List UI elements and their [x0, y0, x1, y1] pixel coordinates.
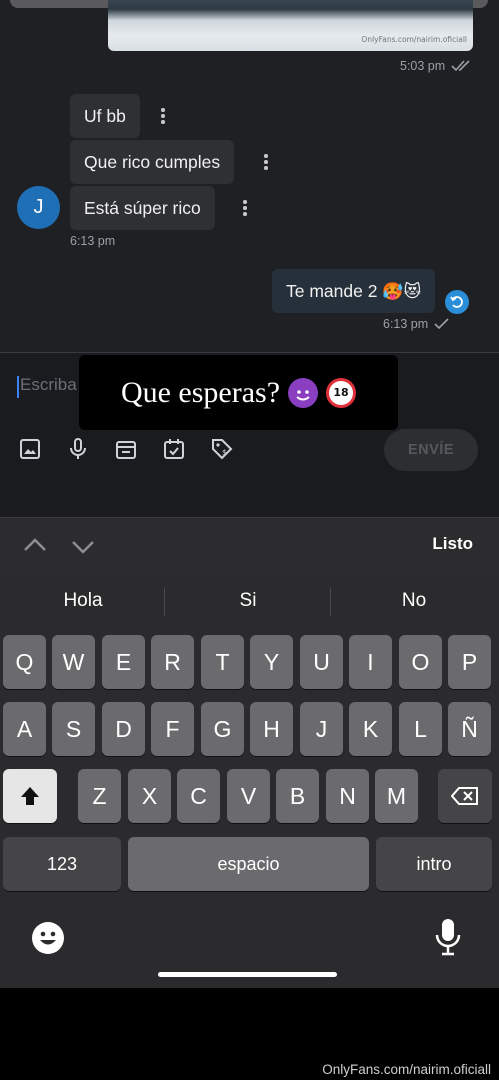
incoming-message-3[interactable]: Está súper rico — [70, 186, 215, 230]
key-q[interactable]: Q — [3, 635, 46, 689]
chevron-up-icon[interactable] — [22, 533, 48, 559]
key-v[interactable]: V — [227, 769, 270, 823]
shift-arrow-icon — [21, 787, 39, 805]
avatar[interactable]: J — [17, 186, 60, 229]
time-label: 5:03 pm — [400, 59, 446, 73]
caption-overlay: Que esperas? 18 — [79, 355, 398, 430]
double-check-icon — [451, 60, 470, 72]
key-k[interactable]: K — [349, 702, 392, 756]
message-text: Uf bb — [84, 106, 126, 126]
svg-text:$: $ — [222, 448, 227, 457]
more-options-icon[interactable] — [161, 108, 165, 124]
key-r[interactable]: R — [151, 635, 194, 689]
suggestion-1[interactable]: Hola — [0, 572, 166, 630]
message-emojis: 🥵😻 — [382, 282, 422, 302]
key-t[interactable]: T — [201, 635, 244, 689]
chat-thread: OnlyFans.com/nairim.oficiall 5:03 pm Uf … — [0, 0, 499, 352]
incoming-message-1[interactable]: Uf bb — [70, 94, 140, 138]
suggestion-2[interactable]: Si — [165, 572, 331, 630]
media-preview[interactable]: OnlyFans.com/nairim.oficiall — [108, 0, 473, 51]
return-key[interactable]: intro — [376, 837, 492, 891]
space-key[interactable]: espacio — [128, 837, 369, 891]
smiling-devil-icon — [288, 377, 319, 408]
message-text: Te mande 2 — [286, 281, 378, 301]
caption-text: Que esperas? — [120, 375, 281, 409]
previous-message-time: 5:03 pm — [400, 59, 473, 73]
keyboard: Hola Si No Q W E R T Y U I O P A S D F G… — [0, 572, 499, 988]
emoji-icon[interactable] — [31, 921, 65, 955]
key-c[interactable]: C — [177, 769, 220, 823]
key-f[interactable]: F — [151, 702, 194, 756]
footer-watermark: OnlyFans.com/nairim.oficiall — [322, 1062, 491, 1077]
key-l[interactable]: L — [399, 702, 442, 756]
backspace-icon — [450, 787, 478, 805]
time-label: 6:13 pm — [383, 317, 429, 331]
calendar-icon[interactable] — [162, 437, 186, 461]
key-n-tilde[interactable]: Ñ — [448, 702, 491, 756]
send-button[interactable]: ENVÍE — [384, 429, 478, 471]
message-text: Que rico cumples — [84, 152, 221, 172]
key-j[interactable]: J — [300, 702, 343, 756]
outgoing-message[interactable]: Te mande 2 🥵😻 — [272, 269, 436, 313]
key-a[interactable]: A — [3, 702, 46, 756]
more-options-icon[interactable] — [243, 200, 247, 216]
key-z[interactable]: Z — [78, 769, 121, 823]
chevron-down-icon[interactable] — [70, 533, 96, 559]
key-i[interactable]: I — [349, 635, 392, 689]
price-tag-icon[interactable]: $ — [210, 437, 234, 461]
key-d[interactable]: D — [102, 702, 145, 756]
key-o[interactable]: O — [399, 635, 442, 689]
done-button[interactable]: Listo — [432, 534, 473, 554]
text-cursor — [17, 376, 19, 398]
key-h[interactable]: H — [250, 702, 293, 756]
key-g[interactable]: G — [201, 702, 244, 756]
shift-key[interactable] — [3, 769, 57, 823]
key-e[interactable]: E — [102, 635, 145, 689]
message-input[interactable]: Escriba — [20, 375, 77, 395]
check-icon — [434, 318, 449, 330]
composer-toolbar: $ — [18, 437, 234, 461]
image-icon[interactable] — [18, 437, 42, 461]
message-text: Está súper rico — [84, 198, 201, 218]
key-y[interactable]: Y — [250, 635, 293, 689]
key-m[interactable]: M — [375, 769, 418, 823]
incoming-time: 6:13 pm — [70, 234, 115, 248]
key-x[interactable]: X — [128, 769, 171, 823]
numbers-key[interactable]: 123 — [3, 837, 121, 891]
key-n[interactable]: N — [326, 769, 369, 823]
key-b[interactable]: B — [276, 769, 319, 823]
key-p[interactable]: P — [448, 635, 491, 689]
outgoing-time: 6:13 pm — [383, 317, 452, 331]
key-u[interactable]: U — [300, 635, 343, 689]
no-under-eighteen-icon: 18 — [326, 377, 357, 408]
home-indicator[interactable] — [158, 972, 337, 977]
time-label: 6:13 pm — [70, 234, 116, 248]
more-options-icon[interactable] — [264, 154, 268, 170]
key-w[interactable]: W — [52, 635, 95, 689]
backspace-key[interactable] — [438, 769, 492, 823]
undo-icon[interactable] — [445, 290, 469, 314]
keyboard-accessory-bar: Listo — [0, 517, 499, 572]
vault-icon[interactable] — [114, 437, 138, 461]
media-watermark: OnlyFans.com/nairim.oficiall — [361, 35, 467, 44]
eighteen-label: 18 — [333, 386, 349, 399]
key-s[interactable]: S — [52, 702, 95, 756]
dictation-microphone-icon[interactable] — [434, 918, 462, 956]
microphone-icon[interactable] — [66, 437, 90, 461]
incoming-message-2[interactable]: Que rico cumples — [70, 140, 235, 184]
suggestion-3[interactable]: No — [331, 572, 497, 630]
